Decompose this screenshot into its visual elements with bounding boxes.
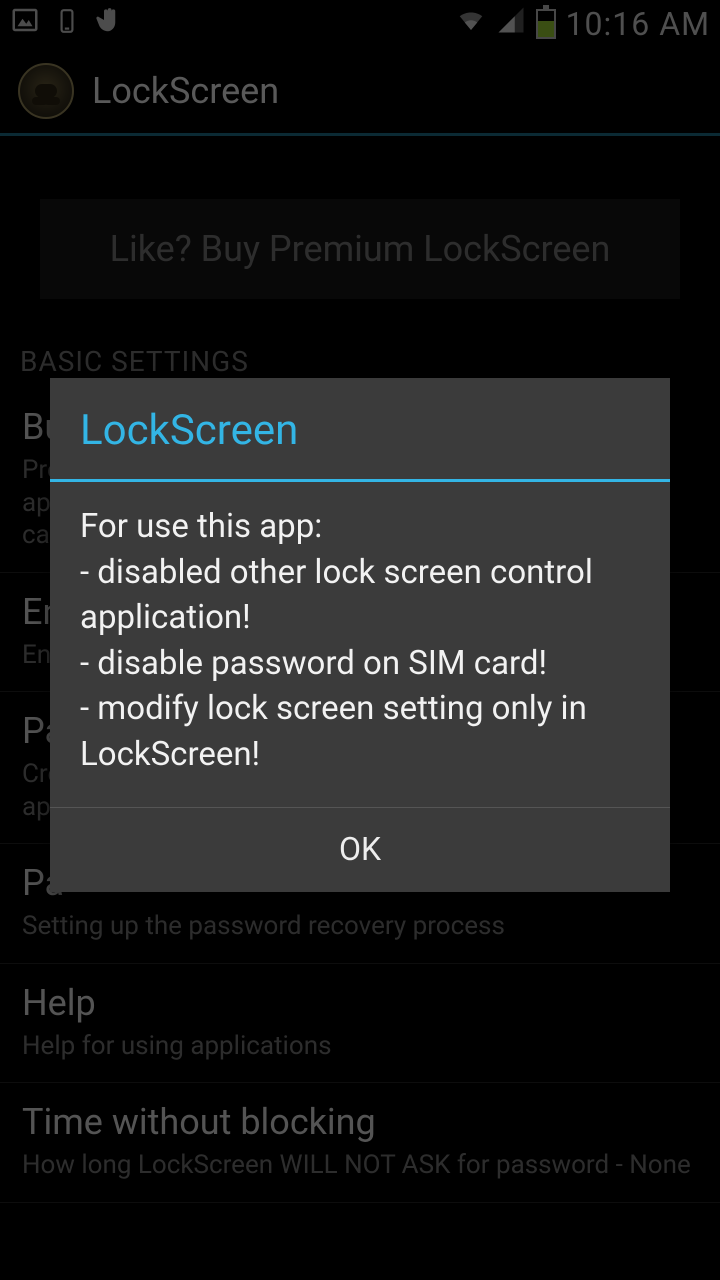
dialog-button-row: OK <box>50 808 670 892</box>
dialog-title: LockScreen <box>50 378 670 482</box>
dialog-body: For use this app:- disabled other lock s… <box>50 482 670 808</box>
ok-button[interactable]: OK <box>50 808 670 892</box>
info-dialog: LockScreen For use this app:- disabled o… <box>50 378 670 892</box>
